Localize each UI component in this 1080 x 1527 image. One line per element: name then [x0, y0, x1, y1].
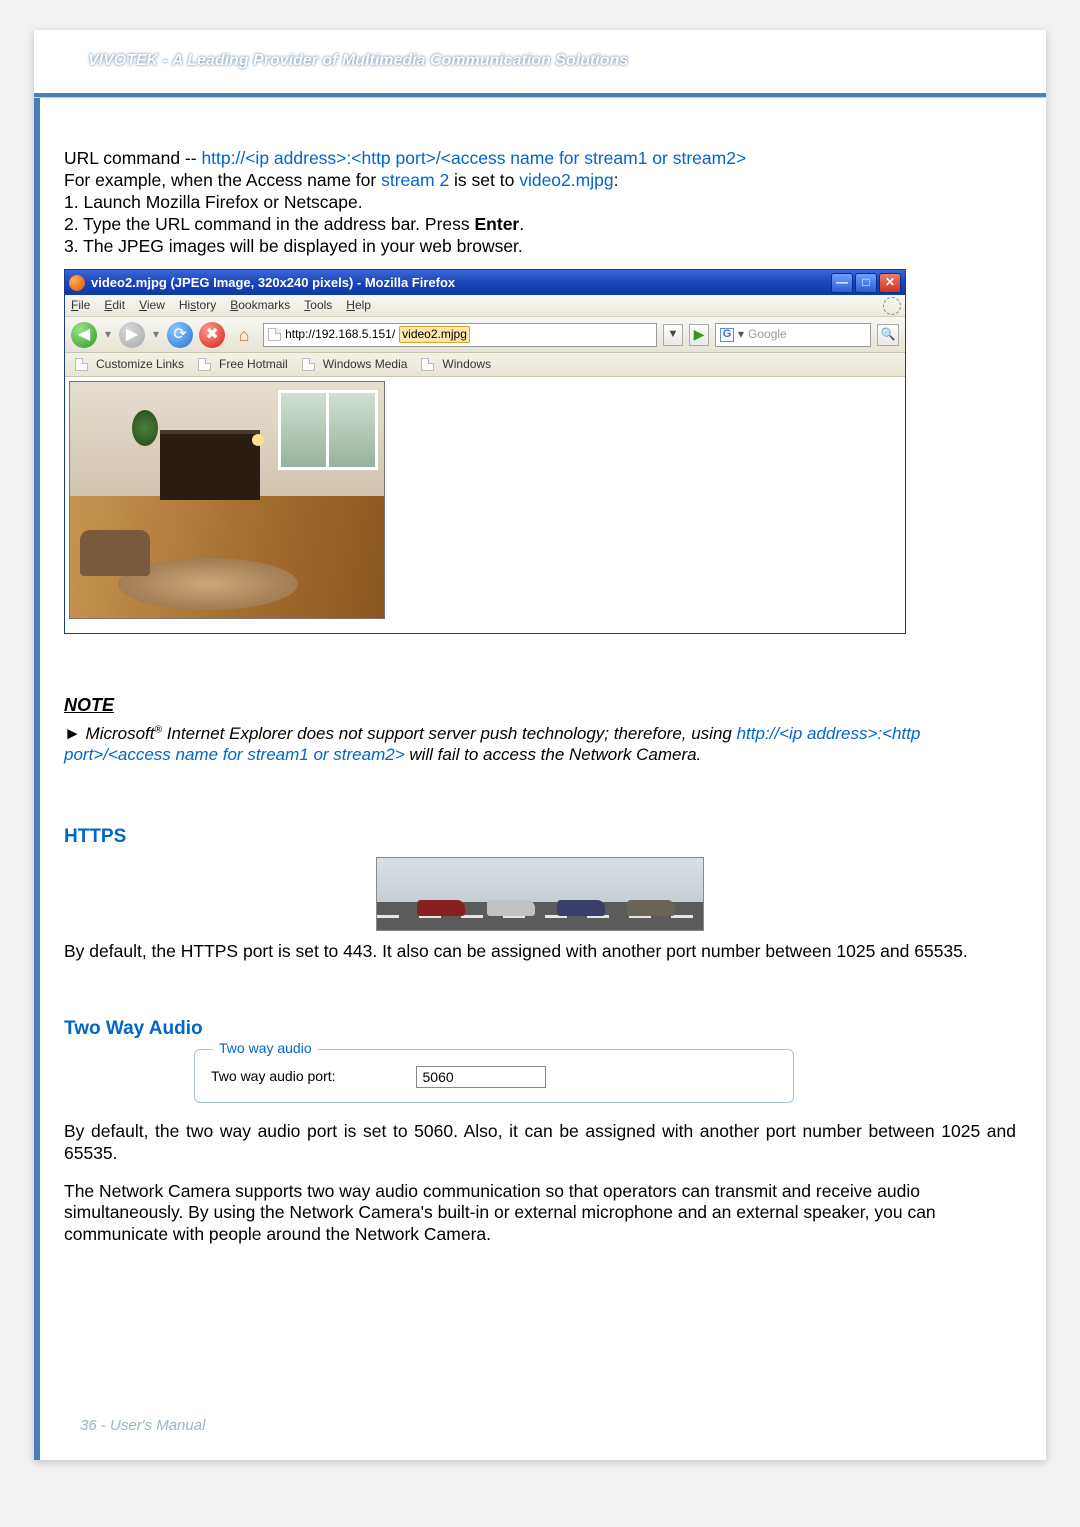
- step-2: 2. Type the URL command in the address b…: [64, 214, 1016, 236]
- firefox-logo-icon: [69, 275, 85, 291]
- url-command-line: URL command -- http://<ip address>:<http…: [64, 148, 1016, 170]
- bookmark-free-hotmail[interactable]: Free Hotmail: [198, 357, 288, 372]
- minimize-button[interactable]: —: [831, 273, 853, 293]
- firefox-window-title: video2.mjpg (JPEG Image, 320x240 pixels)…: [91, 275, 831, 291]
- maximize-button[interactable]: □: [855, 273, 877, 293]
- twa-paragraph-2: The Network Camera supports two way audi…: [64, 1181, 1016, 1247]
- activity-indicator-icon: [883, 297, 901, 315]
- step-3: 3. The JPEG images will be displayed in …: [64, 236, 1016, 258]
- https-heading: HTTPS: [64, 825, 1016, 849]
- url-dropdown-button[interactable]: ▼: [663, 324, 683, 346]
- menu-edit[interactable]: Edit: [104, 298, 125, 313]
- address-bar[interactable]: http://192.168.5.151/video2.mjpg: [263, 323, 657, 347]
- url-cmd-link: http://<ip address>:<http port>/<access …: [201, 148, 746, 168]
- firefox-toolbar: ◀ ▾ ▶ ▾ ⟳ ✖ ⌂ http://192.168.5.151/video…: [65, 317, 905, 353]
- google-icon: G: [720, 328, 734, 342]
- two-way-audio-fieldset: Two way audio Two way audio port:: [194, 1049, 794, 1103]
- note-heading: NOTE: [64, 694, 1016, 717]
- https-body: By default, the HTTPS port is set to 443…: [64, 941, 1016, 963]
- back-button[interactable]: ◀: [71, 322, 97, 348]
- url-highlight: video2.mjpg: [399, 326, 470, 343]
- header-title: VIVOTEK - A Leading Provider of Multimed…: [88, 52, 628, 70]
- menu-view[interactable]: View: [139, 298, 165, 313]
- go-button[interactable]: ▶: [689, 324, 709, 346]
- menu-tools[interactable]: Tools: [304, 298, 332, 313]
- video-stream-image: [69, 381, 385, 619]
- bookmark-windows-media[interactable]: Windows Media: [302, 357, 408, 372]
- url-cmd-prefix: URL command --: [64, 148, 201, 168]
- url-text: http://192.168.5.151/: [285, 327, 395, 342]
- menu-file[interactable]: File: [71, 298, 90, 313]
- firefox-titlebar[interactable]: video2.mjpg (JPEG Image, 320x240 pixels)…: [65, 270, 905, 295]
- two-way-audio-heading: Two Way Audio: [64, 1017, 1016, 1041]
- forward-button[interactable]: ▶: [119, 322, 145, 348]
- note-body: ► Microsoft® Internet Explorer does not …: [64, 723, 1016, 766]
- firefox-window: video2.mjpg (JPEG Image, 320x240 pixels)…: [64, 269, 906, 634]
- two-way-audio-port-input[interactable]: [416, 1066, 546, 1088]
- search-placeholder: Google: [748, 327, 787, 342]
- reload-button[interactable]: ⟳: [167, 322, 193, 348]
- search-button[interactable]: 🔍: [877, 324, 899, 346]
- firefox-menubar: File Edit View History Bookmarks Tools H…: [65, 295, 905, 317]
- bookmark-windows[interactable]: Windows: [421, 357, 491, 372]
- twa-paragraph-1: By default, the two way audio port is se…: [64, 1121, 1016, 1165]
- page-icon: [268, 328, 281, 341]
- firefox-bookmarks-bar: Customize Links Free Hotmail Windows Med…: [65, 353, 905, 377]
- example-line: For example, when the Access name for st…: [64, 170, 1016, 192]
- home-button[interactable]: ⌂: [231, 322, 257, 348]
- https-image: [376, 857, 704, 931]
- menu-history[interactable]: History: [179, 298, 216, 313]
- firefox-content-area: [65, 377, 905, 633]
- two-way-audio-label: Two way audio port:: [211, 1068, 336, 1086]
- bookmark-customize-links[interactable]: Customize Links: [75, 357, 184, 372]
- search-box[interactable]: G ▾ Google: [715, 323, 871, 347]
- step-1: 1. Launch Mozilla Firefox or Netscape.: [64, 192, 1016, 214]
- two-way-audio-legend: Two way audio: [213, 1040, 318, 1058]
- menu-help[interactable]: Help: [346, 298, 371, 313]
- close-button[interactable]: ✕: [879, 273, 901, 293]
- page-footer: 36 - User's Manual: [80, 1417, 205, 1434]
- menu-bookmarks[interactable]: Bookmarks: [230, 298, 290, 313]
- stop-button[interactable]: ✖: [199, 322, 225, 348]
